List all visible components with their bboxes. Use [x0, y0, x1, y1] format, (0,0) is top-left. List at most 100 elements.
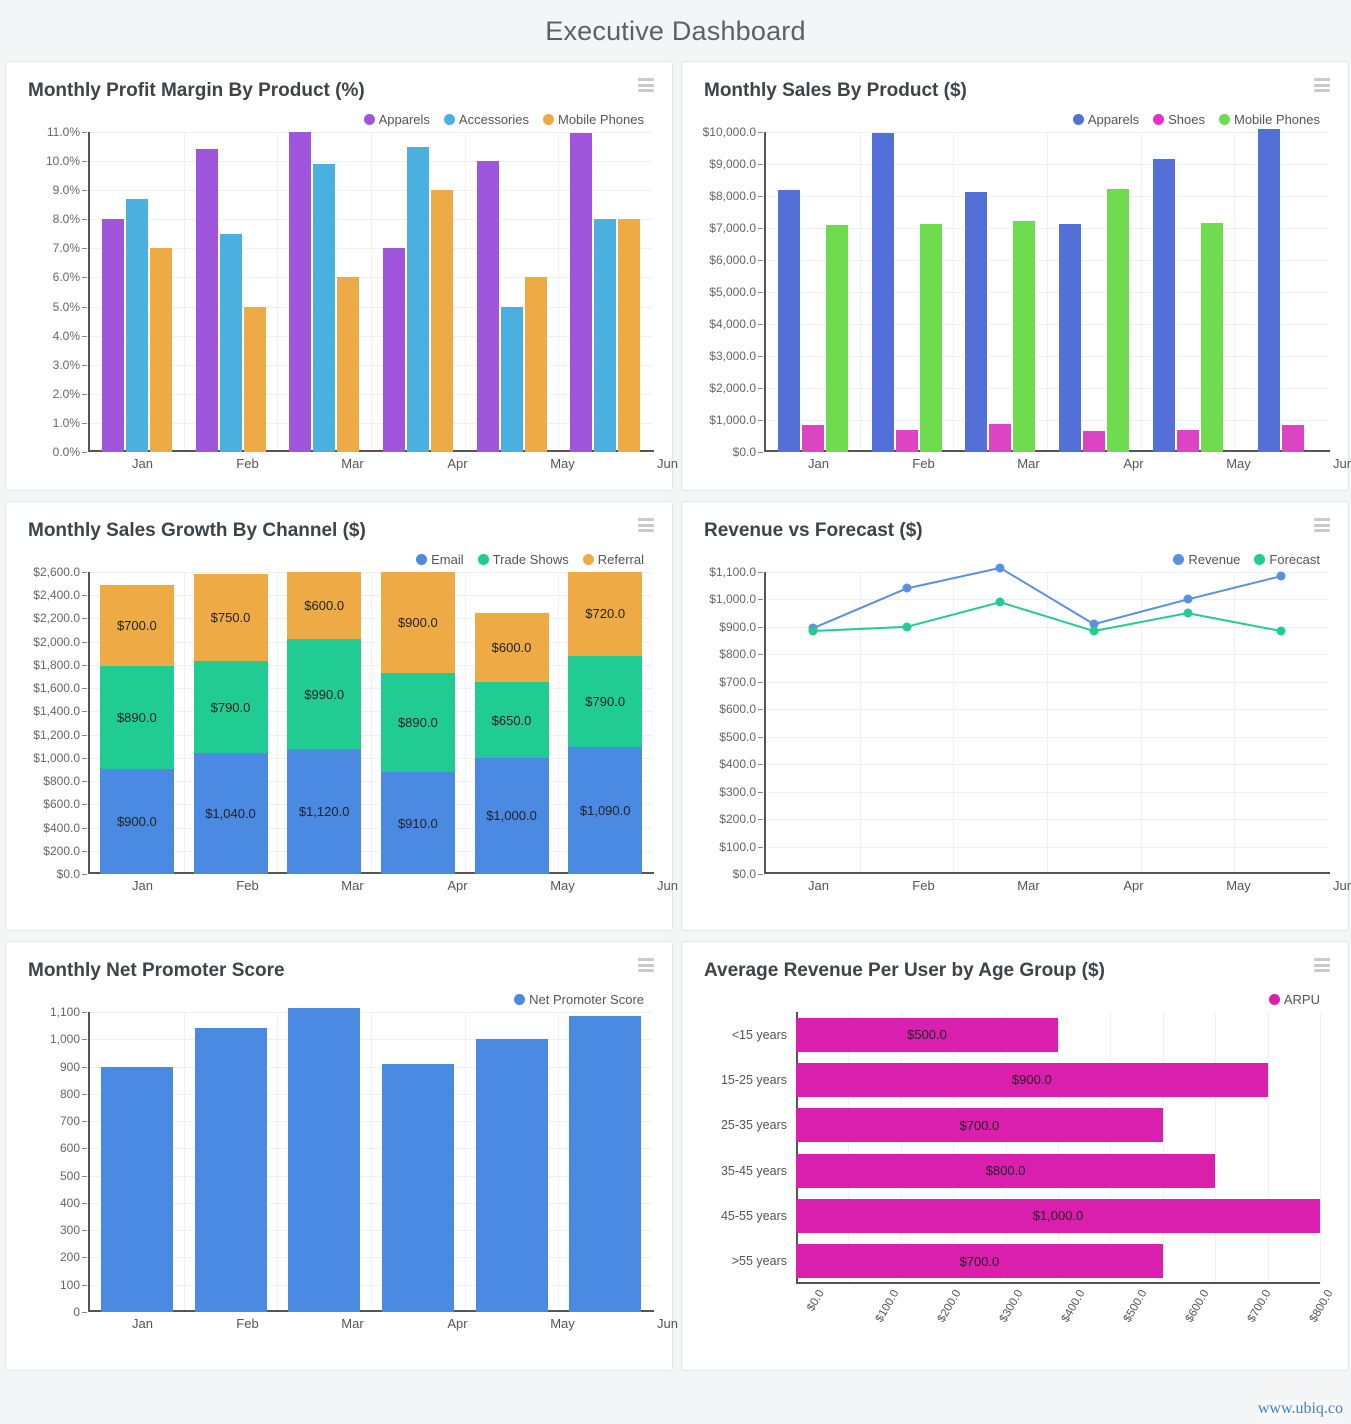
hamburger-menu-icon[interactable] [1314, 958, 1330, 972]
bar-segment[interactable]: $790.0 [568, 655, 643, 748]
bar[interactable] [1058, 224, 1081, 452]
bar-segment[interactable]: $1,090.0 [568, 747, 643, 874]
bar[interactable] [125, 198, 148, 452]
legend-item[interactable]: Apparels [363, 112, 430, 127]
bar[interactable] [475, 1039, 548, 1312]
bar[interactable] [919, 224, 942, 452]
data-point[interactable] [1089, 626, 1099, 636]
bar[interactable] [570, 133, 593, 452]
bar[interactable] [1013, 220, 1036, 452]
bar-segment[interactable]: $1,120.0 [287, 749, 362, 874]
bar[interactable] [430, 190, 453, 452]
bar[interactable] [195, 149, 218, 452]
bar[interactable]: $700.0 [796, 1108, 1163, 1143]
bar[interactable] [313, 164, 336, 452]
legend-item[interactable]: Mobile Phones [543, 112, 644, 127]
bar[interactable] [1282, 424, 1305, 452]
bar[interactable]: $700.0 [796, 1244, 1163, 1279]
bar-segment[interactable]: $890.0 [380, 672, 455, 773]
hamburger-menu-icon[interactable] [638, 958, 654, 972]
bar[interactable] [288, 1007, 361, 1312]
legend-item[interactable]: Shoes [1153, 112, 1205, 127]
bar-group [766, 132, 860, 452]
legend-item[interactable]: Mobile Phones [1219, 112, 1320, 127]
bar[interactable] [1152, 159, 1175, 452]
bar[interactable] [895, 429, 918, 452]
bar-segment[interactable]: $900.0 [99, 769, 174, 874]
data-point[interactable] [902, 622, 911, 632]
hamburger-menu-icon[interactable] [638, 518, 654, 532]
x-axis-tick-label: Mar [341, 878, 364, 893]
bar[interactable] [777, 189, 800, 452]
bar[interactable] [243, 306, 266, 452]
bar[interactable] [500, 306, 523, 452]
bar-segment[interactable]: $910.0 [380, 772, 455, 874]
bar[interactable] [871, 132, 894, 452]
data-point[interactable] [902, 583, 911, 593]
bar[interactable] [149, 248, 172, 452]
bar-segment[interactable]: $990.0 [287, 638, 362, 750]
bar[interactable] [476, 161, 499, 452]
bar[interactable]: $500.0 [796, 1017, 1058, 1052]
bar-group [558, 132, 652, 452]
site-url-link[interactable]: www.ubiq.co [1257, 1400, 1343, 1417]
bar[interactable] [594, 219, 617, 452]
bar[interactable] [989, 423, 1012, 452]
bar[interactable]: $1,000.0 [796, 1198, 1320, 1233]
hamburger-menu-icon[interactable] [1314, 518, 1330, 532]
bar-segment[interactable]: $900.0 [380, 572, 455, 673]
bar[interactable] [1258, 129, 1281, 452]
data-point[interactable] [1276, 626, 1286, 636]
hamburger-menu-icon[interactable] [1314, 78, 1330, 92]
bar[interactable] [337, 277, 360, 452]
bar[interactable] [194, 1028, 267, 1312]
data-point[interactable] [1276, 571, 1286, 581]
bar[interactable] [406, 146, 429, 452]
legend-item[interactable]: Email [416, 552, 464, 567]
bar[interactable] [382, 248, 405, 452]
legend-item[interactable]: Apparels [1072, 112, 1139, 127]
y-axis-tick: 700 [59, 1114, 88, 1129]
bar[interactable] [219, 233, 242, 452]
bar[interactable] [1176, 429, 1199, 452]
data-point[interactable] [1183, 594, 1192, 604]
data-point[interactable] [995, 597, 1005, 607]
legend-item[interactable]: Net Promoter Score [514, 992, 644, 1007]
bar[interactable] [289, 132, 312, 452]
bar[interactable] [100, 1066, 173, 1312]
bar-segment[interactable]: $720.0 [568, 572, 643, 656]
bar[interactable] [1106, 188, 1129, 452]
bar[interactable] [524, 277, 547, 452]
bar[interactable] [825, 224, 848, 452]
data-point[interactable] [995, 563, 1005, 573]
bar-segment[interactable]: $650.0 [474, 682, 549, 758]
bar[interactable] [569, 1016, 642, 1312]
bar-segment[interactable]: $1,000.0 [474, 757, 549, 874]
bar[interactable] [101, 219, 124, 452]
bar-segment[interactable]: $600.0 [287, 572, 362, 639]
legend-item[interactable]: ARPU [1268, 992, 1320, 1007]
bar-segment[interactable]: $890.0 [99, 666, 174, 770]
legend-item[interactable]: Accessories [443, 112, 529, 127]
bar-segment[interactable]: $600.0 [474, 612, 549, 683]
bar[interactable] [801, 424, 824, 452]
hamburger-menu-icon[interactable] [638, 78, 654, 92]
bar-segment[interactable]: $1,040.0 [193, 753, 268, 874]
data-point[interactable] [1183, 608, 1192, 618]
bar-segment[interactable]: $700.0 [99, 584, 174, 667]
data-point[interactable] [808, 626, 818, 636]
legend-item[interactable]: Forecast [1254, 552, 1320, 567]
bar-segment[interactable]: $790.0 [193, 661, 268, 754]
legend-item[interactable]: Trade Shows [477, 552, 569, 567]
bar[interactable] [965, 192, 988, 452]
bar[interactable] [1200, 223, 1223, 452]
bar-segment[interactable]: $750.0 [193, 574, 268, 662]
bar[interactable]: $900.0 [796, 1062, 1268, 1097]
x-axis-tick-label: $0.0 [805, 1288, 827, 1314]
bar[interactable] [381, 1063, 454, 1312]
bar[interactable] [618, 219, 641, 452]
legend-item[interactable]: Revenue [1173, 552, 1240, 567]
legend-item[interactable]: Referral [582, 552, 644, 567]
bar[interactable] [1082, 431, 1105, 452]
bar[interactable]: $800.0 [796, 1153, 1216, 1188]
